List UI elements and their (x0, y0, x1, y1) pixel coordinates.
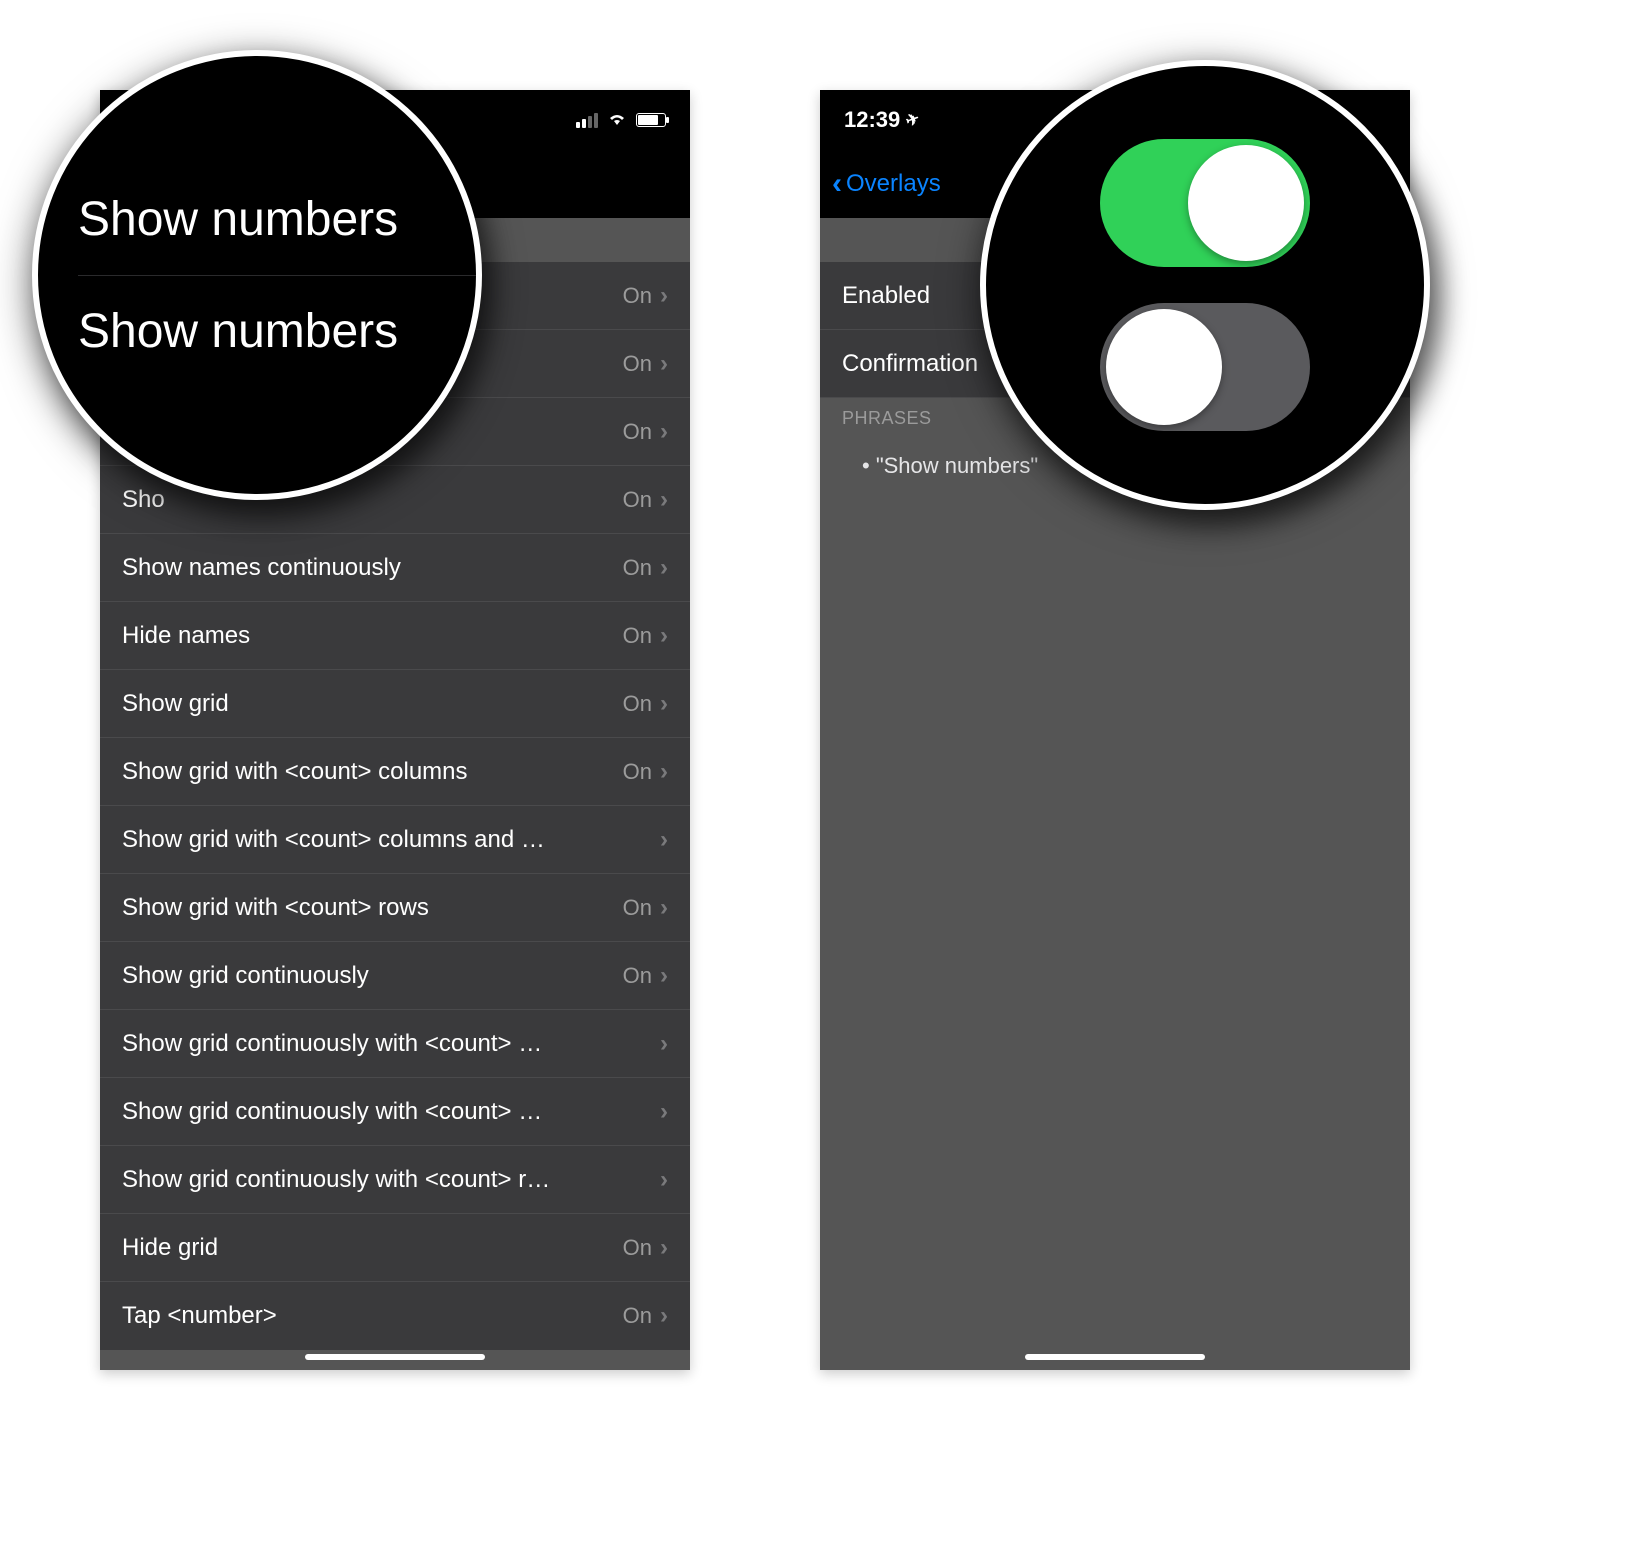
row-label: Enabled (842, 282, 930, 310)
settings-row[interactable]: Show grid with <count> rows On › (100, 874, 690, 942)
row-value: On (623, 895, 652, 921)
row-value: On (623, 759, 652, 785)
row-label: Show grid with <count> columns and <c... (122, 826, 552, 854)
row-value: On (623, 963, 652, 989)
settings-row[interactable]: Show grid continuously with <count> rows… (100, 1146, 690, 1214)
settings-row[interactable]: Hide grid On › (100, 1214, 690, 1282)
row-label: Confirmation (842, 350, 978, 378)
row-value: On (623, 487, 652, 513)
zoom-callout-right (980, 60, 1430, 510)
settings-row[interactable]: Show grid continuously with <count> col.… (100, 1078, 690, 1146)
chevron-right-icon: › (660, 486, 668, 514)
row-label: Show grid (122, 690, 229, 718)
zoom-text-line: Show numbers (78, 164, 476, 276)
wifi-icon (606, 107, 628, 133)
chevron-left-icon: ‹ (832, 169, 842, 199)
settings-row[interactable]: Show grid with <count> columns and <c...… (100, 806, 690, 874)
row-label: Show grid with <count> columns (122, 758, 468, 786)
chevron-right-icon: › (660, 1098, 668, 1126)
settings-row[interactable]: Show grid continuously with <count> col.… (100, 1010, 690, 1078)
chevron-right-icon: › (660, 894, 668, 922)
row-label: Hide grid (122, 1234, 218, 1262)
row-label: Show grid continuously (122, 962, 369, 990)
back-label: Overlays (846, 170, 941, 198)
chevron-right-icon: › (660, 962, 668, 990)
row-label: Show names continuously (122, 554, 401, 582)
cellular-icon (576, 113, 598, 128)
chevron-right-icon: › (660, 1030, 668, 1058)
back-button[interactable]: ‹ Overlays (832, 169, 941, 199)
chevron-right-icon: › (660, 758, 668, 786)
row-value: On (623, 1235, 652, 1261)
row-label: Show grid continuously with <count> rows (122, 1166, 552, 1194)
chevron-right-icon: › (660, 1302, 668, 1330)
settings-row[interactable]: Show grid On › (100, 670, 690, 738)
location-icon: ✈ (903, 108, 922, 131)
row-label: Show grid continuously with <count> col.… (122, 1098, 552, 1126)
settings-row[interactable]: Show grid continuously On › (100, 942, 690, 1010)
settings-row[interactable]: Hide names On › (100, 602, 690, 670)
row-value: On (623, 555, 652, 581)
chevron-right-icon: › (660, 1234, 668, 1262)
status-time: 12:39 (844, 107, 900, 133)
home-indicator[interactable] (1025, 1354, 1205, 1360)
chevron-right-icon: › (660, 282, 668, 310)
row-value: On (623, 623, 652, 649)
chevron-right-icon: › (660, 350, 668, 378)
settings-row[interactable]: Show names continuously On › (100, 534, 690, 602)
chevron-right-icon: › (660, 690, 668, 718)
row-value: On (623, 1303, 652, 1329)
chevron-right-icon: › (660, 622, 668, 650)
settings-row[interactable]: Show grid with <count> columns On › (100, 738, 690, 806)
settings-row[interactable]: Tap <number> On › (100, 1282, 690, 1350)
zoom-toggle-on[interactable] (1100, 139, 1310, 267)
row-label: Show grid continuously with <count> col.… (122, 1030, 552, 1058)
zoom-toggle-off[interactable] (1100, 303, 1310, 431)
battery-icon (636, 113, 666, 127)
zoom-callout-left: Show numbers Show numbers (32, 50, 482, 500)
row-value: On (623, 691, 652, 717)
row-value: On (623, 351, 652, 377)
zoom-text-line: Show numbers (78, 276, 476, 387)
home-indicator[interactable] (305, 1354, 485, 1360)
chevron-right-icon: › (660, 418, 668, 446)
row-label: Tap <number> (122, 1302, 277, 1330)
row-label: Show grid with <count> rows (122, 894, 429, 922)
chevron-right-icon: › (660, 1166, 668, 1194)
row-value: On (623, 419, 652, 445)
row-label: Hide names (122, 622, 250, 650)
row-value: On (623, 283, 652, 309)
chevron-right-icon: › (660, 554, 668, 582)
chevron-right-icon: › (660, 826, 668, 854)
